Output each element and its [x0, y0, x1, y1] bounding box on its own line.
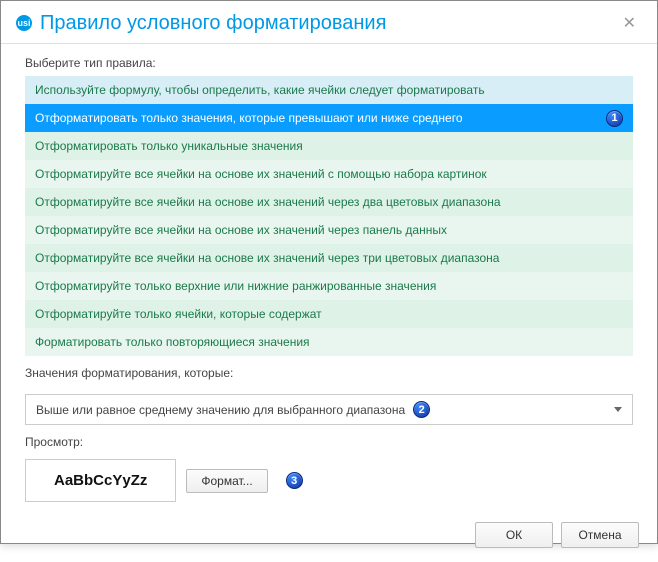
rule-item-label: Отформатируйте только верхние или нижние…: [35, 279, 436, 293]
rule-item[interactable]: Отформатируйте все ячейки на основе их з…: [25, 216, 633, 244]
rule-type-label: Выберите тип правила:: [25, 56, 633, 70]
rule-item-label: Отформатировать только значения, которые…: [35, 111, 463, 125]
rule-item-label: Отформатируйте только ячейки, которые со…: [35, 307, 322, 321]
titlebar: usi Правило условного форматирования ✕: [1, 1, 657, 44]
dialog-footer: ОК Отмена: [1, 512, 657, 562]
callout-badge-2: 2: [413, 401, 430, 418]
dropdown-selected-text: Выше или равное среднему значению для вы…: [36, 403, 405, 417]
rule-item[interactable]: Форматировать только повторяющиеся значе…: [25, 328, 633, 356]
rule-item-selected[interactable]: Отформатировать только значения, которые…: [25, 104, 633, 132]
preview-label: Просмотр:: [25, 435, 633, 449]
app-icon: usi: [16, 15, 32, 31]
format-values-dropdown[interactable]: Выше или равное среднему значению для вы…: [25, 394, 633, 425]
format-values-label: Значения форматирования, которые:: [25, 366, 633, 380]
preview-section: Просмотр: AaBbCcYyZz Формат... 3: [25, 435, 633, 502]
format-button[interactable]: Формат...: [186, 469, 267, 493]
rule-item[interactable]: Отформатируйте все ячейки на основе их з…: [25, 244, 633, 272]
rule-item-label: Отформатируйте все ячейки на основе их з…: [35, 223, 447, 237]
rule-item[interactable]: Отформатируйте все ячейки на основе их з…: [25, 188, 633, 216]
rule-type-list: Используйте формулу, чтобы определить, к…: [25, 76, 633, 356]
dialog-content: Выберите тип правила: Используйте формул…: [1, 44, 657, 512]
format-values-section: Значения форматирования, которые: Выше и…: [25, 366, 633, 425]
callout-badge-1: 1: [606, 110, 623, 127]
callout-badge-3: 3: [286, 472, 303, 489]
rule-item[interactable]: Используйте формулу, чтобы определить, к…: [25, 76, 633, 104]
rule-item-label: Отформатируйте все ячейки на основе их з…: [35, 167, 487, 181]
rule-item-label: Отформатировать только уникальные значен…: [35, 139, 303, 153]
close-icon: ✕: [623, 15, 636, 32]
rule-item-label: Форматировать только повторяющиеся значе…: [35, 335, 310, 349]
ok-button[interactable]: ОК: [475, 522, 553, 548]
chevron-down-icon: [614, 407, 622, 412]
dialog-window: usi Правило условного форматирования ✕ В…: [0, 0, 658, 544]
rule-item[interactable]: Отформатируйте только ячейки, которые со…: [25, 300, 633, 328]
rule-item-label: Отформатируйте все ячейки на основе их з…: [35, 251, 499, 265]
rule-item-label: Используйте формулу, чтобы определить, к…: [35, 83, 485, 97]
app-icon-label: usi: [17, 18, 30, 28]
rule-item[interactable]: Отформатировать только уникальные значен…: [25, 132, 633, 160]
cancel-button[interactable]: Отмена: [561, 522, 639, 548]
preview-sample: AaBbCcYyZz: [25, 459, 176, 502]
rule-item-label: Отформатируйте все ячейки на основе их з…: [35, 195, 501, 209]
close-button[interactable]: ✕: [617, 11, 642, 35]
rule-item[interactable]: Отформатируйте все ячейки на основе их з…: [25, 160, 633, 188]
dialog-title: Правило условного форматирования: [40, 12, 617, 35]
rule-item[interactable]: Отформатируйте только верхние или нижние…: [25, 272, 633, 300]
